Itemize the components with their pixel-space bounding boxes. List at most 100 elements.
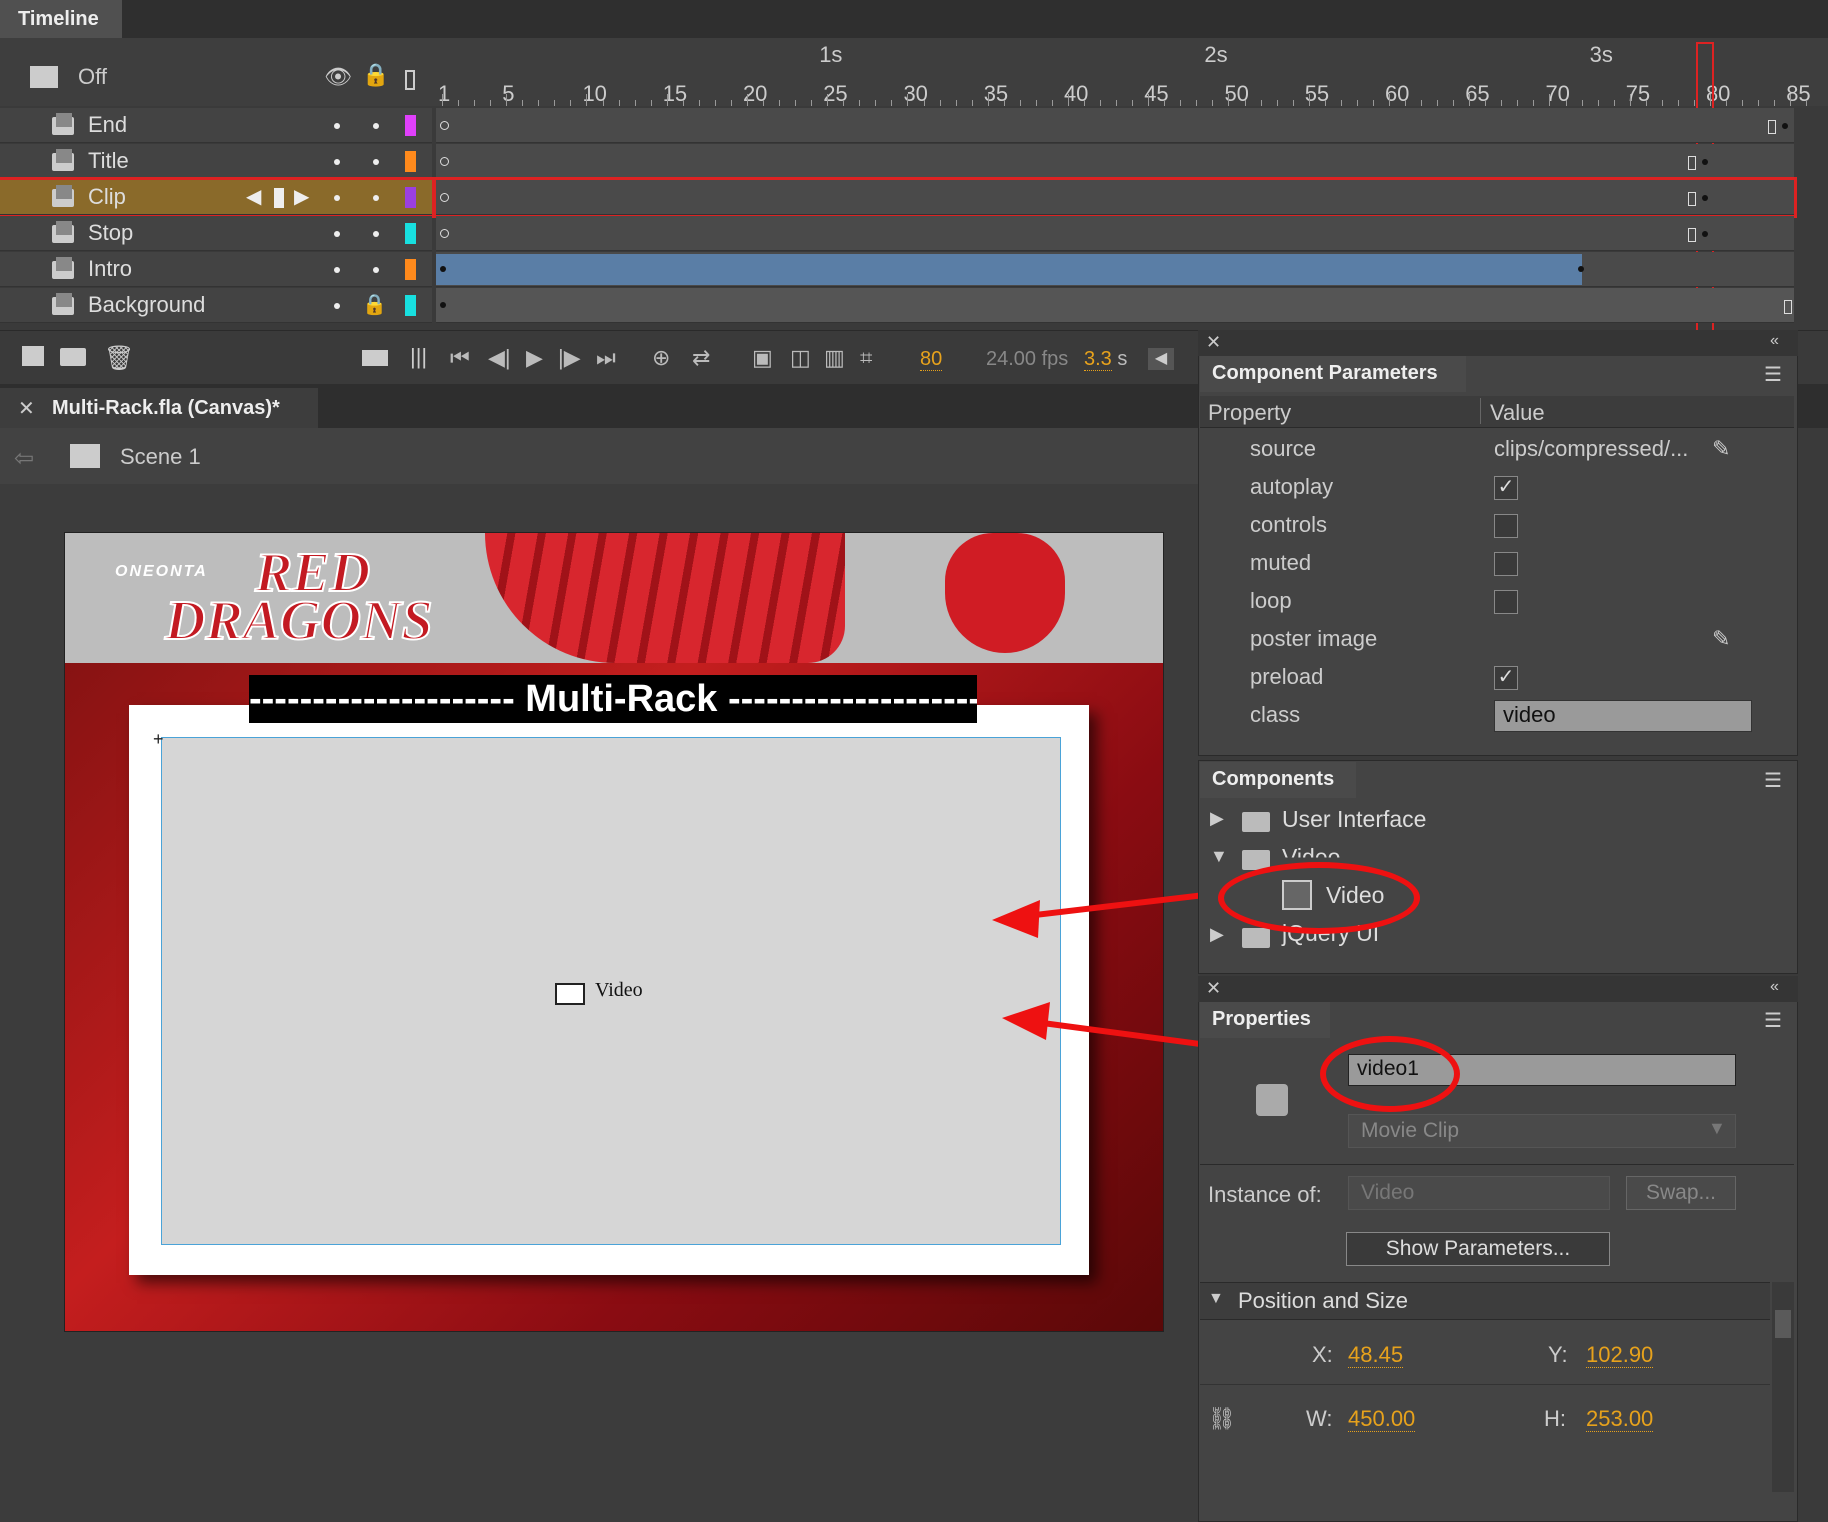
frame-end-marker[interactable] [1688,192,1696,206]
keyframe-dot[interactable] [1702,231,1708,237]
keyframe-dot[interactable] [1702,159,1708,165]
layer-row[interactable]: Intro [0,252,432,287]
param-checkbox[interactable]: ✓ [1494,666,1518,690]
edit-multiple-icon[interactable]: ▥ [824,345,845,371]
step-back-icon[interactable]: ◀| [488,345,511,371]
layer-name[interactable]: Title [88,148,129,174]
empty-keyframe[interactable] [440,193,449,202]
tween-span[interactable] [436,254,1582,285]
prev-keyframe-icon[interactable]: ◀ [246,184,261,209]
frame-end-marker[interactable] [1688,156,1696,170]
x-value[interactable]: 48.45 [1348,1342,1404,1368]
layer-name[interactable]: Intro [88,256,132,282]
param-checkbox[interactable]: ✓ [1494,476,1518,500]
symbol-type-select[interactable]: Movie Clip [1348,1114,1736,1148]
lock-icon[interactable]: 🔒 [362,62,389,88]
w-value[interactable]: 450.00 [1348,1406,1416,1432]
visibility-dot[interactable] [334,123,340,129]
close-panel-icon[interactable]: ✕ [1206,332,1221,353]
modify-markers-icon[interactable]: ⌗ [860,345,872,371]
timeline-tab[interactable]: Timeline [0,0,122,38]
last-frame-icon[interactable]: ⏭ [596,345,616,371]
lock-dot[interactable] [373,195,379,201]
scrollbar-thumb[interactable] [1775,1310,1791,1338]
frame-row[interactable] [433,177,1797,218]
frame-end-marker[interactable] [1688,228,1696,242]
properties-menu-icon[interactable]: ☰ [1764,1008,1782,1033]
show-parameters-button[interactable]: Show Parameters... [1346,1232,1610,1266]
h-value[interactable]: 253.00 [1586,1406,1654,1432]
frame-ruler[interactable]: 1 5 10 15 20 25 30 35 40 45 50 55 60 65 70 75 80 85 1s 2s 3s [436,38,1828,106]
collapse-arrow-icon[interactable]: ▼ [1210,846,1228,867]
column-icon[interactable]: ||| [410,344,427,370]
frame-row[interactable] [436,108,1794,143]
layer-color-swatch[interactable] [405,151,416,172]
layer-row[interactable]: End [0,108,432,143]
frame-row[interactable] [436,288,1794,323]
layer-color-swatch[interactable] [405,115,416,136]
keyframe-dot[interactable] [1782,123,1788,129]
keyframe-dot[interactable] [1578,266,1584,272]
visibility-dot[interactable] [334,231,340,237]
expand-arrow-icon[interactable]: ▶ [1210,808,1224,829]
scroll-left-icon[interactable]: ◀ [1148,348,1174,370]
lock-dot[interactable] [373,267,379,273]
visibility-dot[interactable] [334,267,340,273]
layer-color-swatch[interactable] [405,223,416,244]
end-frame-marker[interactable] [1784,300,1792,314]
components-menu-icon[interactable]: ☰ [1764,768,1782,793]
layer-lock-icon[interactable]: 🔒 [362,292,387,317]
onion-skin-label[interactable]: Off [78,64,107,90]
close-doc-icon[interactable]: ✕ [18,396,35,421]
layer-color-swatch[interactable] [405,187,416,208]
pencil-icon[interactable]: ✎ [1712,626,1730,652]
new-folder-icon[interactable] [60,348,86,366]
back-arrow-icon[interactable]: ⇦ [14,444,34,473]
visibility-dot[interactable] [334,159,340,165]
layer-name[interactable]: Background [88,292,205,318]
play-icon[interactable]: ▶ [526,345,543,371]
first-frame-icon[interactable]: ⏮ [450,345,470,371]
pencil-icon[interactable]: ✎ [1712,436,1730,462]
frame-row[interactable] [436,144,1794,179]
camera-icon[interactable] [362,350,388,366]
param-checkbox[interactable] [1494,590,1518,614]
keyframe-toggle-icon[interactable] [274,188,284,208]
param-class-input[interactable]: video [1494,700,1752,732]
next-keyframe-icon[interactable]: ▶ [294,184,309,209]
lock-dot[interactable] [373,231,379,237]
eye-icon[interactable]: 👁 [324,64,352,90]
panel-menu-icon[interactable]: ☰ [1764,362,1782,387]
time-readout[interactable]: 3.3 s [1084,348,1127,371]
section-collapse-icon[interactable]: ▼ [1208,1290,1224,1308]
onion-skin-icon[interactable] [30,66,58,88]
param-checkbox[interactable] [1494,514,1518,538]
step-forward-icon[interactable]: |▶ [558,345,581,371]
swap-button[interactable]: Swap... [1626,1176,1736,1210]
center-frame-icon[interactable]: ⊕ [652,345,670,371]
empty-keyframe[interactable] [440,157,449,166]
layer-name[interactable]: Clip [88,184,126,210]
layer-name[interactable]: End [88,112,127,138]
layer-row[interactable]: Clip ◀ ▶ [0,177,435,218]
lock-dot[interactable] [373,159,379,165]
layer-color-swatch[interactable] [405,259,416,280]
param-checkbox[interactable] [1494,552,1518,576]
y-value[interactable]: 102.90 [1586,1342,1654,1368]
keyframe-dot[interactable] [440,302,446,308]
layer-row[interactable]: Background 🔒 [0,288,432,323]
close-panel-icon[interactable]: ✕ [1206,978,1221,999]
link-icon[interactable]: ⛓ [1208,1406,1236,1432]
onion-skin-btn-icon[interactable]: ▣ [752,345,773,371]
empty-keyframe[interactable] [440,121,449,130]
scene-label[interactable]: Scene 1 [120,444,201,470]
tree-user-interface[interactable]: User Interface [1282,806,1426,833]
frame-row[interactable] [436,216,1794,251]
outline-icon[interactable] [405,70,415,90]
new-layer-icon[interactable] [22,346,44,366]
param-value[interactable]: clips/compressed/... [1494,436,1688,462]
collapse-icon[interactable]: « [1770,332,1779,350]
layer-color-swatch[interactable] [405,295,416,316]
keyframe-dot[interactable] [1702,195,1708,201]
loop-icon[interactable]: ⇄ [692,345,710,371]
